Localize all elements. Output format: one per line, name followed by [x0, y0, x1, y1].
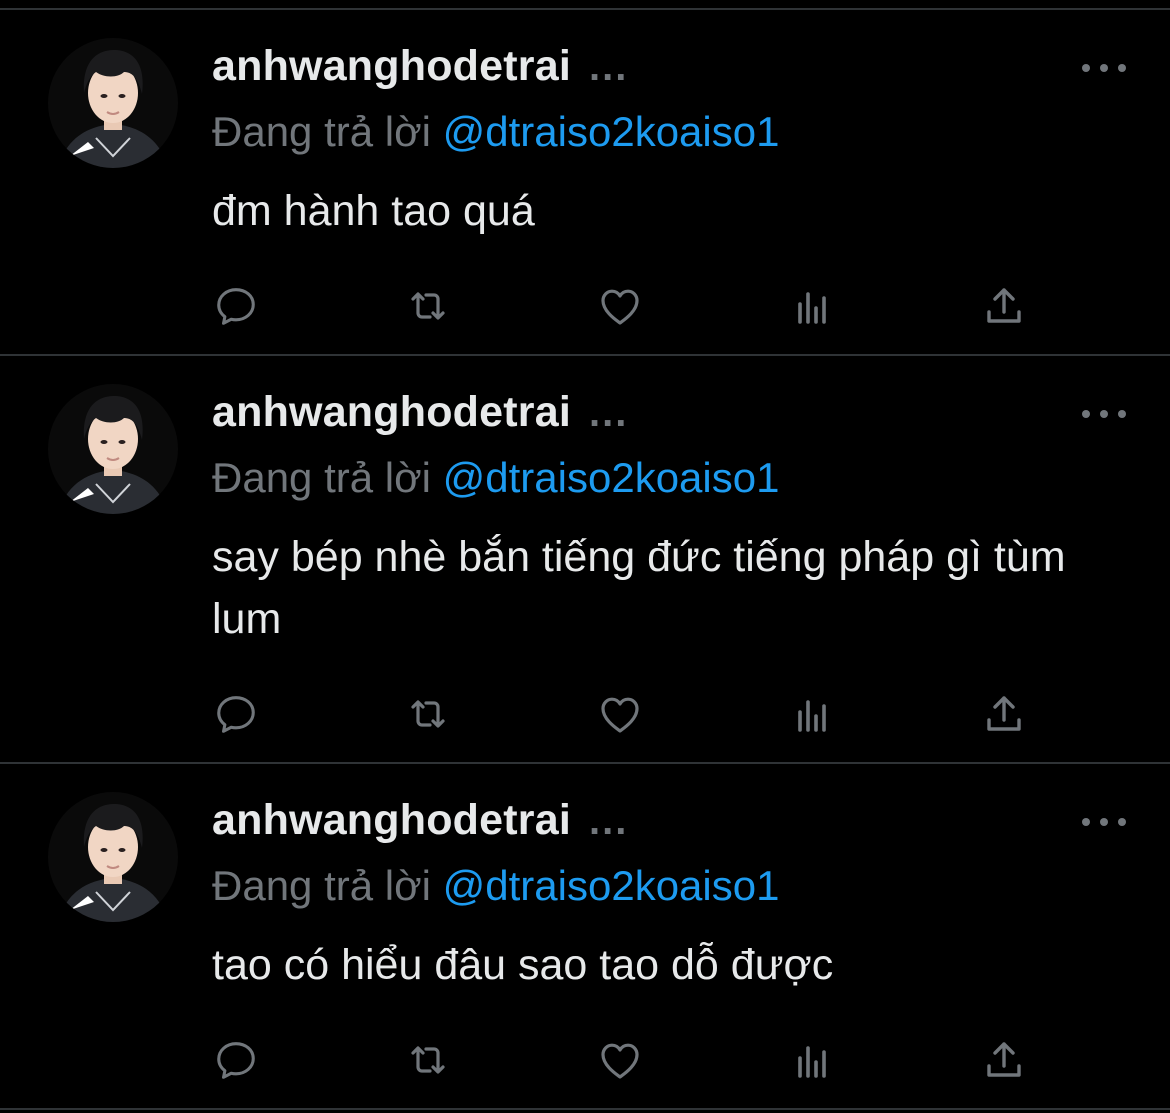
avatar-photo [48, 38, 178, 168]
retweet-icon[interactable] [404, 690, 452, 738]
more-horizontal-icon[interactable] [1082, 404, 1126, 424]
share-icon[interactable] [980, 690, 1028, 738]
tweet[interactable]: anhwanghodetrai ... Đang trả lời @dtrais… [0, 356, 1170, 764]
avatar[interactable] [48, 792, 178, 922]
name-row: anhwanghodetrai ... [212, 796, 628, 845]
tweet-text: say bép nhè bắn tiếng đức tiếng pháp gì … [212, 533, 1066, 643]
action-bar [212, 1036, 1042, 1084]
reply-label: Đang trả lời [212, 108, 431, 155]
reply-context: Đang trả lời @dtraiso2koaiso1 [212, 862, 779, 910]
action-bar [212, 690, 1042, 738]
reply-handle-link[interactable]: @dtraiso2koaiso1 [443, 862, 780, 909]
reply-handle-link[interactable]: @dtraiso2koaiso1 [443, 454, 780, 501]
like-icon[interactable] [596, 690, 644, 738]
share-icon[interactable] [980, 1036, 1028, 1084]
username[interactable]: anhwanghodetrai [212, 388, 571, 437]
top-divider [0, 0, 1170, 10]
tweet[interactable]: anhwanghodetrai ... Đang trả lời @dtrais… [0, 764, 1170, 1110]
reply-icon[interactable] [212, 690, 260, 738]
reply-label: Đang trả lời [212, 454, 431, 501]
analytics-icon[interactable] [788, 1036, 836, 1084]
avatar[interactable] [48, 384, 178, 514]
more-horizontal-icon[interactable] [1082, 58, 1126, 78]
name-ellipsis: ... [588, 45, 629, 89]
tweet-text: đm hành tao quá [212, 187, 535, 235]
username[interactable]: anhwanghodetrai [212, 796, 571, 845]
name-row: anhwanghodetrai ... [212, 42, 628, 91]
like-icon[interactable] [596, 282, 644, 330]
name-row: anhwanghodetrai ... [212, 388, 628, 437]
name-ellipsis: ... [588, 391, 629, 435]
reply-handle-link[interactable]: @dtraiso2koaiso1 [443, 108, 780, 155]
tweet[interactable]: anhwanghodetrai ... Đang trả lời @dtrais… [0, 10, 1170, 356]
avatar[interactable] [48, 38, 178, 168]
analytics-icon[interactable] [788, 282, 836, 330]
reply-icon[interactable] [212, 282, 260, 330]
retweet-icon[interactable] [404, 1036, 452, 1084]
name-ellipsis: ... [588, 799, 629, 843]
like-icon[interactable] [596, 1036, 644, 1084]
more-horizontal-icon[interactable] [1082, 812, 1126, 832]
reply-context: Đang trả lời @dtraiso2koaiso1 [212, 454, 779, 502]
reply-label: Đang trả lời [212, 862, 431, 909]
action-bar [212, 282, 1042, 330]
share-icon[interactable] [980, 282, 1028, 330]
tweet-text: tao có hiểu đâu sao tao dỗ được [212, 941, 834, 989]
reply-context: Đang trả lời @dtraiso2koaiso1 [212, 108, 779, 156]
retweet-icon[interactable] [404, 282, 452, 330]
avatar-photo [48, 792, 178, 922]
analytics-icon[interactable] [788, 690, 836, 738]
avatar-photo [48, 384, 178, 514]
reply-icon[interactable] [212, 1036, 260, 1084]
username[interactable]: anhwanghodetrai [212, 42, 571, 91]
